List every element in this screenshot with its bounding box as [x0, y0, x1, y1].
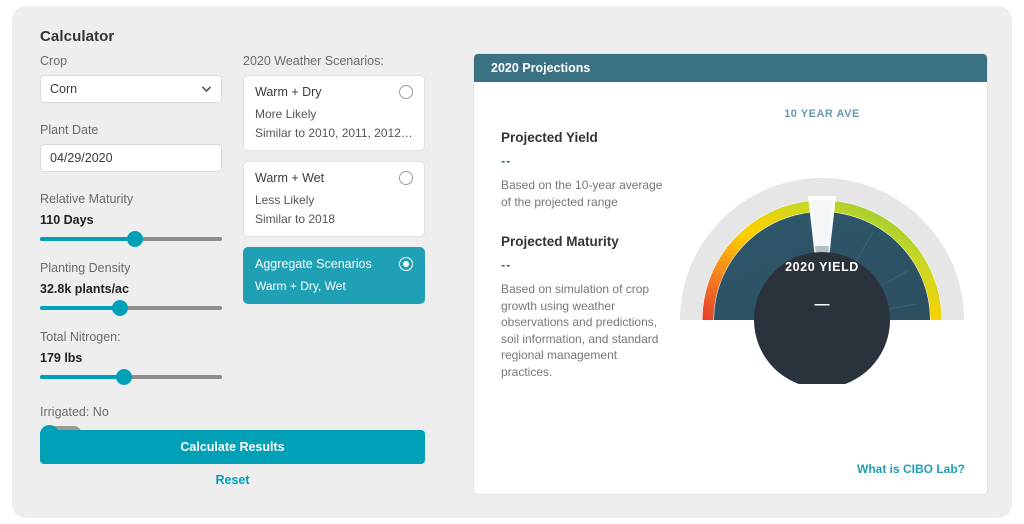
relative-maturity-slider[interactable] — [40, 231, 222, 247]
calculate-results-button[interactable]: Calculate Results — [40, 430, 425, 464]
projected-yield-value: -- — [501, 154, 512, 168]
scenario-radio-selected[interactable] — [399, 257, 413, 271]
slider-fill — [40, 306, 121, 310]
gauge-ten-year-ave-label: 10 YEAR AVE — [784, 108, 860, 120]
planting-density-label: Planting Density — [40, 261, 131, 275]
projected-maturity-value: -- — [501, 258, 512, 272]
scenario-radio[interactable] — [399, 171, 413, 185]
plant-date-label: Plant Date — [40, 123, 99, 137]
projected-yield-description: Based on the 10-year average of the proj… — [501, 178, 663, 209]
crop-select-value: Corn — [50, 82, 78, 96]
crop-select[interactable]: Corn — [40, 75, 222, 103]
reset-link[interactable]: Reset — [40, 473, 425, 487]
scenario-card-aggregate[interactable]: Aggregate Scenarios Warm + Dry, Wet — [243, 247, 425, 304]
projected-yield-heading: Projected Yield — [501, 130, 598, 145]
slider-fill — [40, 375, 124, 379]
scenario-card-warm-wet[interactable]: Warm + Wet Less Likely Similar to 2018 — [243, 161, 425, 237]
chevron-down-icon — [201, 84, 212, 95]
scenario-likelihood: More Likely — [255, 107, 317, 121]
scenario-title: Aggregate Scenarios — [255, 257, 372, 271]
total-nitrogen-label: Total Nitrogen: — [40, 330, 121, 344]
relative-maturity-value: 110 Days — [40, 213, 94, 227]
projections-text-column: Projected Yield -- Based on the 10-year … — [501, 130, 666, 380]
calculator-app: Calculator Crop Corn Plant Date 04/29/20… — [12, 6, 1012, 518]
scenario-similar-years: Similar to 2018 — [255, 212, 336, 226]
total-nitrogen-value: 179 lbs — [40, 351, 83, 365]
irrigated-label: Irrigated: No — [40, 405, 109, 419]
planting-density-slider[interactable] — [40, 300, 222, 316]
yield-gauge: 10 YEAR AVE 2020 YIELD — — [677, 108, 967, 408]
scenario-similar-years: Similar to 2010, 2011, 2012, 20… — [255, 126, 413, 140]
weather-scenarios-column: 2020 Weather Scenarios: Warm + Dry More … — [243, 54, 433, 314]
gauge-inner-disc — [754, 252, 890, 384]
slider-fill — [40, 237, 135, 241]
relative-maturity-label: Relative Maturity — [40, 192, 134, 206]
scenario-card-warm-dry[interactable]: Warm + Dry More Likely Similar to 2010, … — [243, 75, 425, 151]
projections-panel-body: Projected Yield -- Based on the 10-year … — [474, 82, 987, 494]
slider-knob[interactable] — [115, 369, 132, 385]
weather-scenarios-heading: 2020 Weather Scenarios: — [243, 54, 384, 68]
crop-label: Crop — [40, 54, 68, 68]
scenario-likelihood: Warm + Dry, Wet — [255, 279, 346, 293]
projections-panel: 2020 Projections Projected Yield -- Base… — [474, 54, 987, 494]
plant-date-input[interactable]: 04/29/2020 — [40, 144, 222, 172]
planting-density-value: 32.8k plants/ac — [40, 282, 129, 296]
total-nitrogen-slider[interactable] — [40, 369, 222, 385]
slider-knob[interactable] — [126, 231, 143, 247]
projected-maturity-heading: Projected Maturity — [501, 234, 619, 249]
what-is-cibo-lab-link[interactable]: What is CIBO Lab? — [857, 462, 965, 476]
projections-panel-header: 2020 Projections — [474, 54, 987, 82]
gauge-svg — [680, 178, 964, 384]
slider-knob[interactable] — [112, 300, 129, 316]
page-title: Calculator — [40, 28, 115, 45]
calculator-inputs-column: Crop Corn Plant Date 04/29/2020 Relative… — [40, 54, 235, 444]
scenario-radio[interactable] — [399, 85, 413, 99]
plant-date-value: 04/29/2020 — [50, 151, 113, 165]
projected-maturity-description: Based on simulation of crop growth using… — [501, 282, 659, 379]
scenario-likelihood: Less Likely — [255, 193, 315, 207]
scenario-title: Warm + Dry — [255, 85, 322, 99]
scenario-title: Warm + Wet — [255, 171, 325, 185]
